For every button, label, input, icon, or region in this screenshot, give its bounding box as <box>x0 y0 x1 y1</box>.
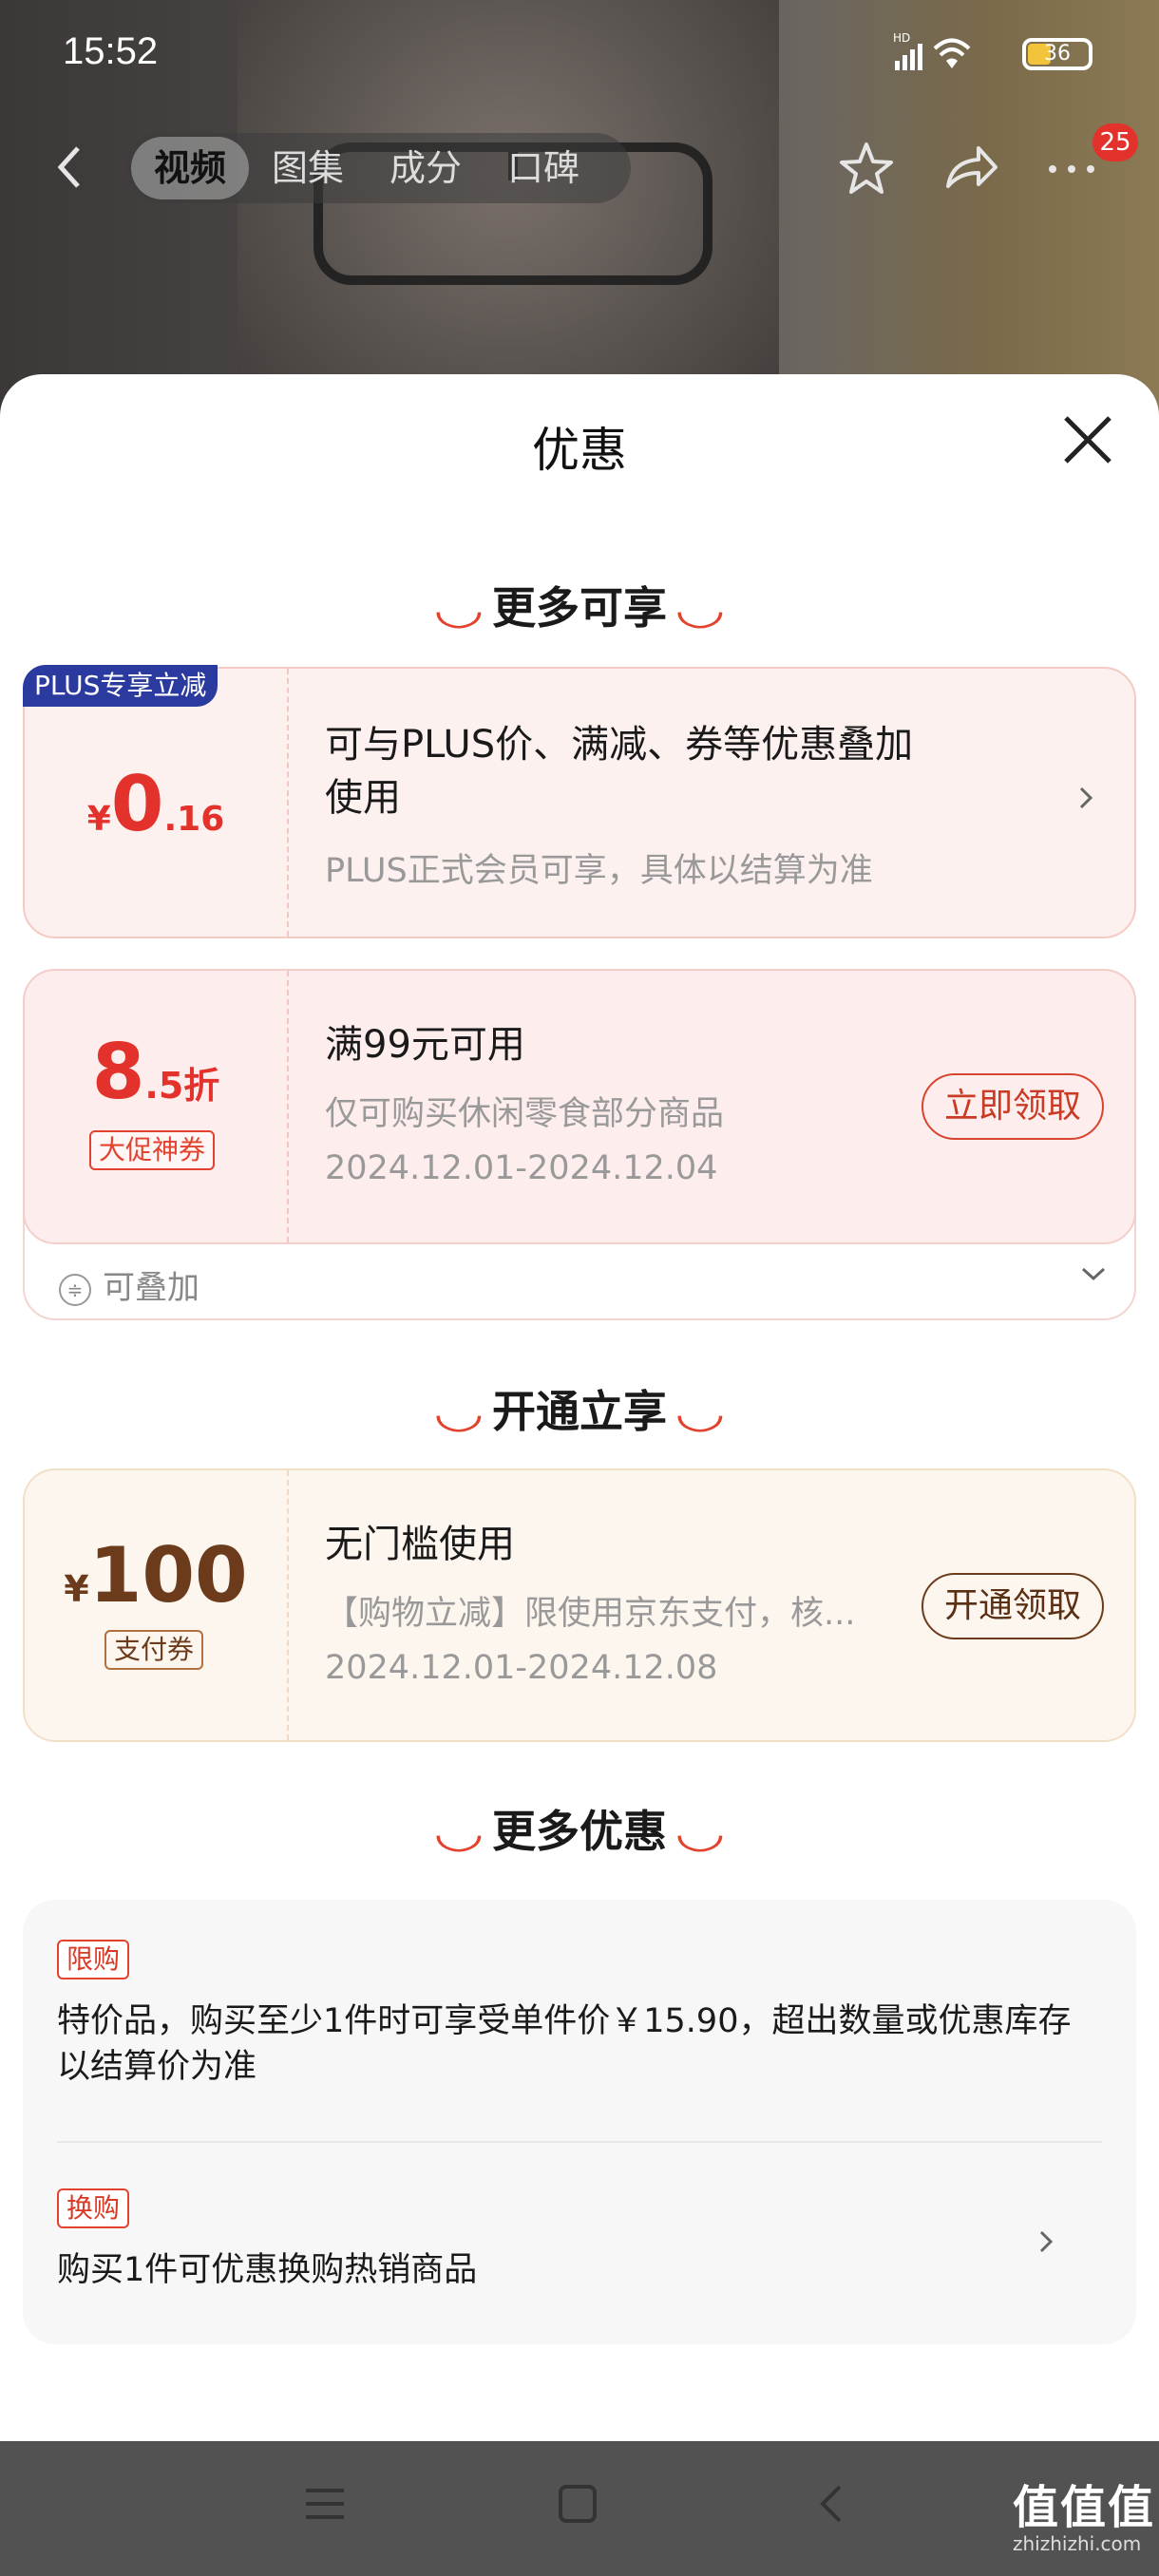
limit-tag: 限购 <box>57 1940 130 1979</box>
discount-integer: 8 <box>91 1028 145 1116</box>
pay-desc: 【购物立减】限使用京东支付，核... <box>325 1595 856 1633</box>
tab-gallery[interactable]: 图集 <box>249 137 367 199</box>
smile-right-icon: ◡ <box>677 1389 723 1437</box>
coupon-condition: 满99元可用 <box>325 1023 525 1067</box>
section-title: 更多优惠 <box>492 1806 667 1857</box>
home-icon[interactable] <box>555 2479 600 2539</box>
plus-discount-card[interactable]: PLUS专享立减 ¥0.16 可与PLUS价、满减、券等优惠叠加 使用 PLUS… <box>23 665 1136 938</box>
status-time: 15:52 <box>63 30 159 72</box>
coupon-dates: 2024.12.01-2024.12.04 <box>325 1149 718 1187</box>
limit-text: 特价品，购买至少1件时可享受单件价￥15.90，超出数量或优惠库存以结算价为准 <box>57 2002 1072 2086</box>
discount-sheet: 优惠 ◡ 更多可享 ◡ PLUS专享立减 ¥0.16 可与PLUS价、满减、券等优惠… <box>0 374 1159 2441</box>
section-more-available: ◡ 更多可享 ◡ <box>0 574 1159 636</box>
discount-coupon-card: 8.5折 大促神券 满99元可用 仅可购买休闲零食部分商品 2024.12.01… <box>23 969 1136 1320</box>
pay-price: ¥100 <box>25 1531 287 1619</box>
card-divider <box>287 1470 289 1740</box>
battery-level: 36 <box>1044 42 1071 66</box>
claim-now-button[interactable]: 立即领取 <box>922 1073 1105 1140</box>
pay-amount: 100 <box>88 1531 248 1619</box>
tab-ingredients[interactable]: 成分 <box>367 137 484 199</box>
card-divider <box>287 669 289 937</box>
more-discounts-list: 限购 特价品，购买至少1件时可享受单件价￥15.90，超出数量或优惠库存以结算价… <box>23 1900 1136 2344</box>
signal-wifi-icon: HD <box>893 31 1007 82</box>
exchange-text: 购买1件可优惠换购热销商品 <box>57 2251 478 2289</box>
stackable-label: 可叠加 <box>103 1269 200 1307</box>
share-icon[interactable] <box>940 139 1001 211</box>
price-decimal: .16 <box>163 800 225 839</box>
stack-icon: ≑ <box>59 1273 91 1306</box>
tab-video[interactable]: 视频 <box>131 137 250 199</box>
coupon-scope: 仅可购买休闲零食部分商品 <box>325 1095 725 1133</box>
message-count-badge: 25 <box>1092 123 1138 161</box>
section-open-to-enjoy: ◡ 开通立享 ◡ <box>0 1377 1159 1440</box>
open-claim-button[interactable]: 开通领取 <box>922 1573 1105 1639</box>
promo-coupon-tag: 大促神券 <box>89 1130 216 1170</box>
plus-tag: PLUS专享立减 <box>23 665 218 707</box>
coupon-body: 8.5折 大促神券 满99元可用 仅可购买休闲零食部分商品 2024.12.01… <box>23 969 1136 1244</box>
smile-left-icon: ◡ <box>436 585 482 634</box>
pay-dates: 2024.12.01-2024.12.08 <box>325 1649 718 1687</box>
card-divider <box>287 971 289 1242</box>
pay-condition: 无门槛使用 <box>325 1523 515 1566</box>
payment-coupon-card: ¥100 支付券 无门槛使用 【购物立减】限使用京东支付，核... 2024.1… <box>23 1468 1136 1742</box>
media-tabs: 视频 图集 成分 口碑 <box>125 133 631 203</box>
watermark-url: zhizhizhi.com <box>1013 2532 1142 2555</box>
svg-text:HD: HD <box>893 32 910 45</box>
top-nav: 视频 图集 成分 口碑 25 <box>0 123 1159 209</box>
smile-right-icon: ◡ <box>677 1809 723 1857</box>
chevron-down-icon[interactable] <box>1077 1256 1110 1299</box>
chevron-right-icon <box>1075 779 1098 826</box>
section-title: 开通立享 <box>492 1386 667 1437</box>
watermark-logo: 值值值 <box>1013 2481 1156 2534</box>
section-more-discounts: ◡ 更多优惠 ◡ <box>0 1797 1159 1860</box>
price-integer: 0 <box>110 760 164 848</box>
pay-coupon-tag: 支付券 <box>104 1630 204 1670</box>
smile-left-icon: ◡ <box>436 1389 482 1437</box>
status-bar: 15:52 HD 36 <box>0 0 1159 114</box>
plus-price: ¥0.16 <box>25 760 287 848</box>
plus-note: PLUS正式会员可享，具体以结算为准 <box>325 852 873 890</box>
chevron-right-icon <box>1036 2223 1058 2270</box>
tab-reviews[interactable]: 口碑 <box>484 137 602 199</box>
plus-desc-line1: 可与PLUS价、满减、券等优惠叠加 <box>325 723 914 767</box>
currency-symbol: ¥ <box>64 1568 89 1610</box>
system-nav-bar <box>0 2441 1159 2576</box>
star-icon[interactable] <box>836 139 897 211</box>
smile-left-icon: ◡ <box>436 1809 482 1857</box>
sheet-title: 优惠 <box>532 423 627 478</box>
discount-value: 8.5折 <box>25 1028 287 1116</box>
stackable-row[interactable]: ≑ 可叠加 <box>59 1261 200 1308</box>
exchange-row[interactable]: 换购 购买1件可优惠换购热销商品 <box>23 2143 1136 2333</box>
plus-desc-line2: 使用 <box>325 776 401 820</box>
menu-icon[interactable] <box>302 2479 348 2539</box>
section-title: 更多可享 <box>492 582 667 634</box>
close-icon[interactable] <box>1056 408 1119 471</box>
back-icon[interactable] <box>49 139 87 208</box>
currency-symbol: ¥ <box>86 800 111 839</box>
smile-right-icon: ◡ <box>677 585 723 634</box>
discount-unit: .5折 <box>144 1065 220 1107</box>
exchange-tag: 换购 <box>57 2188 130 2228</box>
system-back-icon[interactable] <box>809 2479 855 2539</box>
battery-icon: 36 <box>1022 38 1092 70</box>
